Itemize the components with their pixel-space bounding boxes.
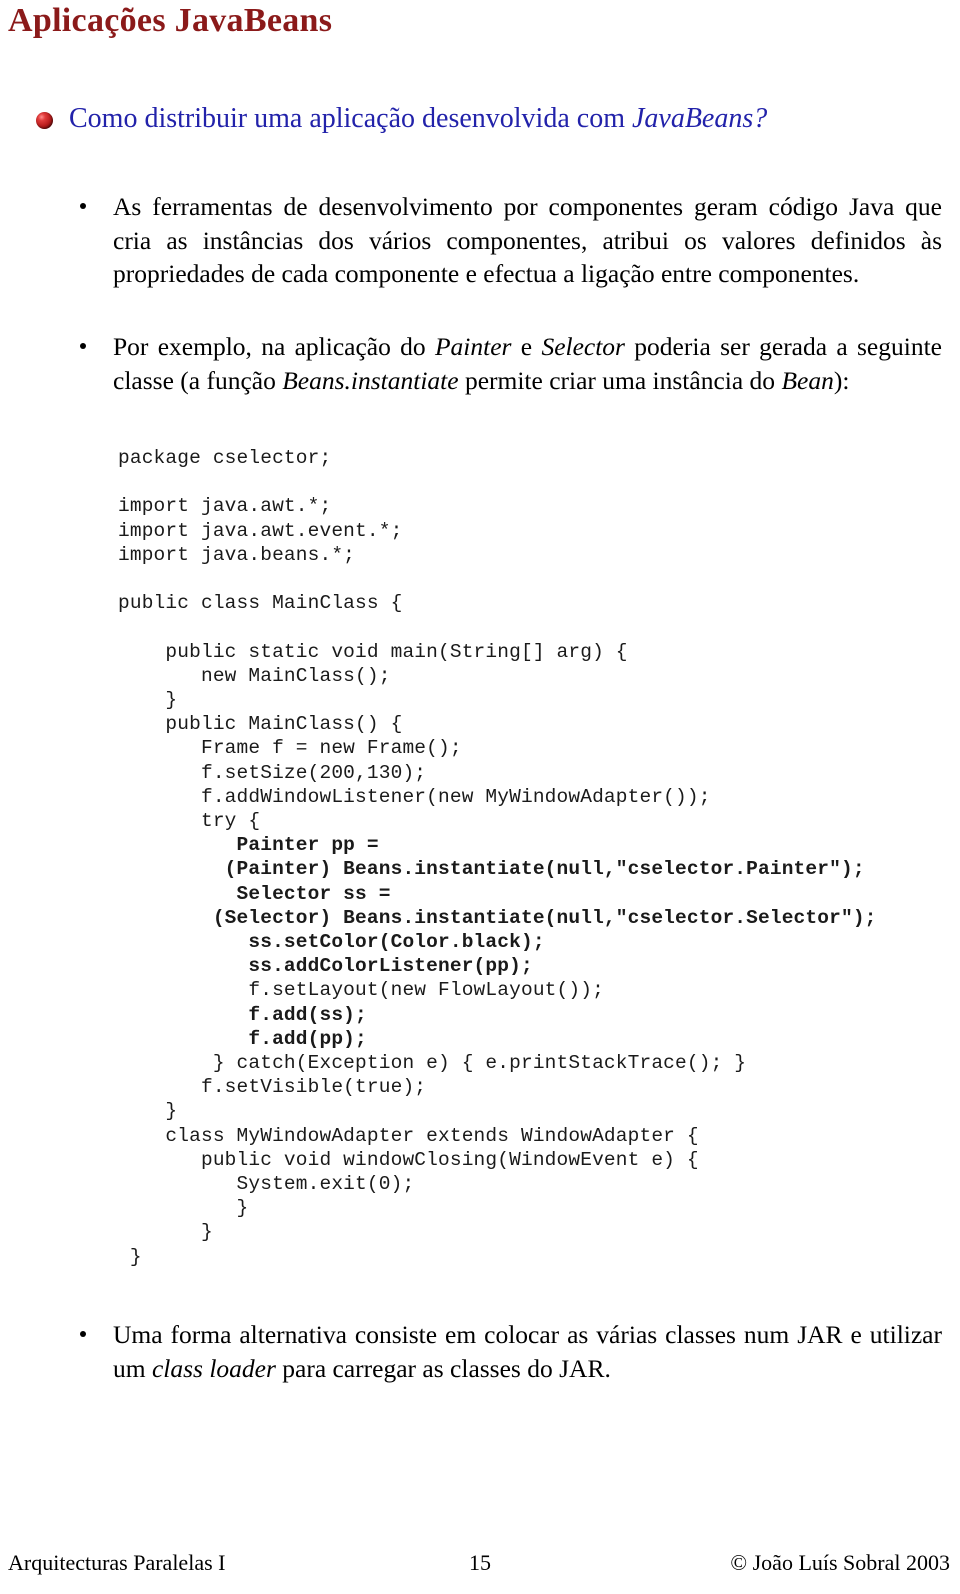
text-run-italic: Selector bbox=[541, 332, 625, 361]
code-line: } catch(Exception e) { e.printStackTrace… bbox=[118, 1052, 747, 1075]
code-line: Selector ss = bbox=[118, 882, 391, 905]
code-line: (Selector) Beans.instantiate(null,"csele… bbox=[118, 906, 877, 929]
page-title: Aplicações JavaBeans bbox=[8, 2, 333, 39]
code-line: f.setSize(200,130); bbox=[118, 761, 427, 784]
code-line: package cselector; bbox=[118, 447, 332, 469]
code-line: Frame f = new Frame(); bbox=[118, 737, 462, 760]
code-line: try { bbox=[118, 810, 261, 832]
page-footer: Arquitecturas Paralelas I 15 © João Luís… bbox=[0, 1550, 960, 1584]
code-line: import java.beans.*; bbox=[118, 543, 356, 566]
round-bullet-icon bbox=[80, 343, 86, 349]
code-line: public MainClass() { bbox=[118, 713, 403, 736]
section-heading-text-italic: JavaBeans? bbox=[631, 103, 768, 134]
code-line: public class MainClass { bbox=[118, 592, 403, 615]
round-bullet-icon bbox=[80, 1331, 86, 1337]
round-bullet-icon bbox=[80, 203, 86, 209]
code-line: } bbox=[118, 1245, 142, 1268]
code-line: class MyWindowAdapter extends WindowAdap… bbox=[118, 1124, 699, 1147]
code-line: System.exit(0); bbox=[118, 1173, 415, 1196]
section-heading-text: Como distribuir uma aplicação desenvolvi… bbox=[69, 102, 767, 135]
text-run: permite criar uma instância do bbox=[458, 365, 782, 395]
code-line: f.add(ss); bbox=[118, 1003, 367, 1026]
code-line: new MainClass(); bbox=[118, 664, 391, 687]
text-run-italic: Painter bbox=[434, 332, 512, 361]
code-line: } bbox=[118, 688, 178, 711]
paragraph-text: As ferramentas de desenvolvimento por co… bbox=[113, 190, 942, 291]
java-code-block: package cselector; import java.awt.*; imp… bbox=[118, 446, 877, 1269]
body-paragraph: Por exemplo, na aplicação do Painter e S… bbox=[80, 330, 942, 397]
section-heading-text-plain: Como distribuir uma aplicação desenvolvi… bbox=[69, 103, 632, 134]
code-line: ss.addColorListener(pp); bbox=[118, 955, 533, 978]
text-run: Por exemplo, na aplicação do bbox=[113, 332, 435, 361]
code-line: } bbox=[118, 1100, 178, 1123]
paragraph-text: Por exemplo, na aplicação do Painter e S… bbox=[113, 330, 942, 397]
code-line: f.setLayout(new FlowLayout()); bbox=[118, 979, 604, 1002]
paragraph-text: Uma forma alternativa consiste em coloca… bbox=[113, 1318, 942, 1385]
text-run: ): bbox=[833, 365, 850, 395]
code-line: } bbox=[118, 1197, 249, 1220]
code-line: public static void main(String[] arg) { bbox=[118, 640, 628, 663]
section-heading: Como distribuir uma aplicação desenvolvi… bbox=[36, 102, 936, 135]
text-run-italic: Bean bbox=[781, 365, 834, 395]
code-line: ss.setColor(Color.black); bbox=[118, 931, 545, 954]
code-line: (Painter) Beans.instantiate(null,"cselec… bbox=[118, 858, 865, 881]
text-run-italic: Beans.instantiate bbox=[282, 365, 459, 395]
code-line: public void windowClosing(WindowEvent e)… bbox=[118, 1148, 699, 1171]
body-paragraph: Uma forma alternativa consiste em coloca… bbox=[80, 1318, 942, 1385]
code-line: import java.awt.event.*; bbox=[118, 519, 403, 542]
text-run-italic: class loader bbox=[151, 1353, 276, 1383]
text-run: para carregar as classes do JAR. bbox=[275, 1353, 611, 1383]
red-sphere-bullet-icon bbox=[36, 112, 53, 129]
body-paragraph: As ferramentas de desenvolvimento por co… bbox=[80, 190, 942, 291]
code-line: } bbox=[118, 1221, 213, 1244]
code-line: f.addWindowListener(new MyWindowAdapter(… bbox=[118, 785, 711, 808]
code-line: f.setVisible(true); bbox=[118, 1076, 427, 1099]
text-run: As ferramentas de desenvolvimento por co… bbox=[113, 192, 942, 289]
code-line: import java.awt.*; bbox=[118, 495, 332, 518]
code-line: Painter pp = bbox=[118, 834, 379, 857]
code-line: f.add(pp); bbox=[118, 1027, 367, 1050]
footer-copyright: © João Luís Sobral 2003 bbox=[730, 1550, 950, 1575]
text-run: e bbox=[511, 332, 542, 361]
